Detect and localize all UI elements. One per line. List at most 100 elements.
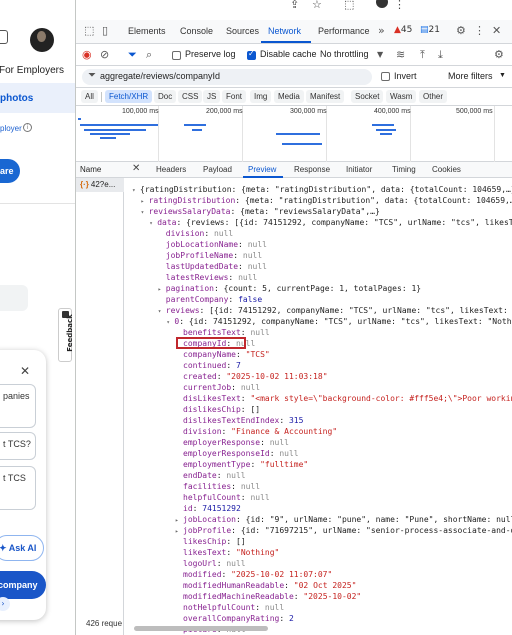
tab-payload[interactable]: Payload <box>203 165 232 174</box>
horizontal-scrollbar[interactable] <box>134 626 268 631</box>
issue-badge[interactable]: ▤21 <box>420 25 440 35</box>
json-key: helpfulCount <box>183 493 241 502</box>
filter-icon[interactable]: ⏷ <box>128 48 137 62</box>
type-chip-doc[interactable]: Doc <box>154 90 177 103</box>
more-filters-chevron-icon[interactable]: ▼ <box>499 72 506 79</box>
throttle-chevron-down-icon[interactable]: ▼ <box>377 50 383 59</box>
network-overview-timeline[interactable]: 100,000 ms 200,000 ms 300,000 ms 400,000… <box>76 106 512 162</box>
json-tree-line[interactable]: ▸ pagination: {count: 5, currentPage: 1, … <box>158 283 421 294</box>
tab-elements[interactable]: Elements <box>128 26 166 36</box>
export-har-icon[interactable]: ⤓ <box>438 48 443 62</box>
tab-timing[interactable]: Timing <box>392 165 416 174</box>
photos-tab[interactable]: photos <box>0 93 33 104</box>
json-tree-line[interactable]: ▸ jobProfile: {id: "71697215", urlName: "… <box>175 525 512 536</box>
expanded-triangle-icon[interactable]: ▾ <box>141 207 149 218</box>
clear-icon[interactable]: ⊘ <box>100 48 109 61</box>
type-chip-all[interactable]: All <box>81 90 98 103</box>
preserve-log-checkbox[interactable] <box>172 51 181 60</box>
device-toolbar-icon[interactable]: ▯ <box>102 24 108 37</box>
json-colon: : <box>176 218 187 227</box>
json-tree-line[interactable]: ▾ data: {reviews: [{id: 74151292, company… <box>149 217 512 228</box>
more-options-icon[interactable]: ⋮ <box>474 24 485 37</box>
json-key: ratingDistribution <box>148 196 236 205</box>
user-avatar[interactable] <box>30 28 54 52</box>
type-chip-socket[interactable]: Socket <box>351 90 384 103</box>
json-value: null <box>250 328 270 337</box>
network-settings-icon[interactable]: ⚙ <box>494 48 504 61</box>
tab-sources[interactable]: Sources <box>226 26 259 36</box>
chat-close-icon[interactable]: ✕ <box>20 364 30 378</box>
tab-response[interactable]: Response <box>294 165 330 174</box>
json-tree-line: facilities: null <box>175 481 260 492</box>
json-tree-line[interactable]: ▾ {ratingDistribution: {meta: "ratingDist… <box>132 184 512 195</box>
tab-network[interactable]: Network <box>268 26 301 36</box>
more-tabs-chevron-icon[interactable]: » <box>378 24 385 37</box>
info-icon[interactable]: i <box>23 123 32 132</box>
json-tree-line[interactable]: ▾ reviews: [{id: 74151292, companyName: "… <box>158 305 512 316</box>
json-colon: : <box>228 273 239 282</box>
ask-ai-button[interactable]: ✦ Ask AI <box>0 535 44 561</box>
disable-cache-checkbox[interactable] <box>247 49 256 60</box>
type-chip-manifest[interactable]: Manifest <box>306 90 345 103</box>
type-chip-wasm[interactable]: Wasm <box>386 90 417 103</box>
expanded-triangle-icon[interactable]: ▾ <box>158 306 166 317</box>
json-tree-line[interactable]: ▸ jobLocation: {id: "9", urlName: "pune",… <box>175 514 512 525</box>
timeline-tick: 100,000 ms <box>122 108 159 115</box>
type-chip-font[interactable]: Font <box>222 90 247 103</box>
invert-checkbox[interactable] <box>381 72 390 81</box>
json-colon: : <box>231 482 241 491</box>
extensions-icon[interactable]: ⬚ <box>344 0 354 11</box>
bookmark-star-icon[interactable]: ☆ <box>312 0 322 11</box>
tab-preview[interactable]: Preview <box>248 165 276 174</box>
record-icon[interactable]: ◉ <box>82 48 92 61</box>
json-tree-line[interactable]: ▾ reviewsSalaryData: {meta: "reviewsSalar… <box>141 206 380 217</box>
type-chip-other[interactable]: Other <box>419 90 448 103</box>
import-har-icon[interactable]: ⤒ <box>420 48 425 62</box>
company-button[interactable]: company <box>0 571 46 599</box>
json-tree-line[interactable]: ▸ ratingDistribution: {meta: "ratingDistr… <box>141 195 512 206</box>
share-page-icon[interactable]: ⇪ <box>290 0 299 11</box>
request-detail-tabs: ✕ Headers Payload Preview Response Initi… <box>124 162 512 178</box>
close-detail-icon[interactable]: ✕ <box>132 163 140 174</box>
search-icon[interactable]: ⌕ <box>146 48 152 62</box>
for-employers-link[interactable]: For Employers <box>0 65 64 76</box>
chat-suggestion-2[interactable]: t TCS? <box>0 432 36 460</box>
network-conditions-icon[interactable]: ≋ <box>396 48 405 61</box>
type-chip-media[interactable]: Media <box>274 90 304 103</box>
request-name: 42?e... <box>90 180 116 189</box>
chat-suggestion-1[interactable]: panies <box>0 384 36 428</box>
tab-initiator[interactable]: Initiator <box>346 165 372 174</box>
profile-avatar[interactable] <box>376 0 388 8</box>
type-chip-js[interactable]: JS <box>203 90 221 103</box>
browser-menu-icon[interactable]: ⋮ <box>394 0 405 11</box>
settings-gear-icon[interactable]: ⚙ <box>456 24 466 37</box>
json-tree-line: id: 74151292 <box>175 503 241 514</box>
json-tree-line: dislikesTextEndIndex: 315 <box>175 415 303 426</box>
tab-console[interactable]: Console <box>180 26 213 36</box>
feedback-tab[interactable]: Feedback <box>58 308 74 362</box>
throttling-select[interactable]: No throttling <box>320 49 369 59</box>
inspect-element-icon[interactable]: ⬚ <box>84 24 94 37</box>
type-chip-img[interactable]: Img <box>250 90 272 103</box>
json-tree-line[interactable]: ▾ 0: {id: 74151292, companyName: "TCS", u… <box>166 316 512 327</box>
type-chip-fetch-xhr[interactable]: Fetch/XHR <box>105 90 153 103</box>
tab-headers[interactable]: Headers <box>156 165 186 174</box>
error-badge[interactable]: ▲45 <box>394 25 412 35</box>
json-tree-line: logoUrl: null <box>175 558 246 569</box>
close-devtools-icon[interactable]: ✕ <box>492 24 501 37</box>
type-chip-css[interactable]: CSS <box>178 90 203 103</box>
expanded-triangle-icon[interactable]: ▾ <box>149 218 157 229</box>
share-button[interactable]: are <box>0 159 20 183</box>
employer-label: ployer <box>0 124 22 133</box>
page-menu-icon[interactable] <box>0 30 8 44</box>
tab-performance[interactable]: Performance <box>318 26 370 36</box>
timeline-tick: 200,000 ms <box>206 108 243 115</box>
request-row[interactable]: {·} 42?e... <box>76 178 124 192</box>
expanded-triangle-icon[interactable]: ▾ <box>132 185 140 196</box>
more-filters-button[interactable]: More filters <box>448 71 493 81</box>
filter-input[interactable]: ⏷ aggregate/reviews/companyId <box>82 69 372 85</box>
tab-cookies[interactable]: Cookies <box>432 165 461 174</box>
name-column-header[interactable]: Name <box>76 162 124 178</box>
chat-suggestion-3[interactable]: t TCS <box>0 466 36 510</box>
json-key: endDate <box>183 471 217 480</box>
